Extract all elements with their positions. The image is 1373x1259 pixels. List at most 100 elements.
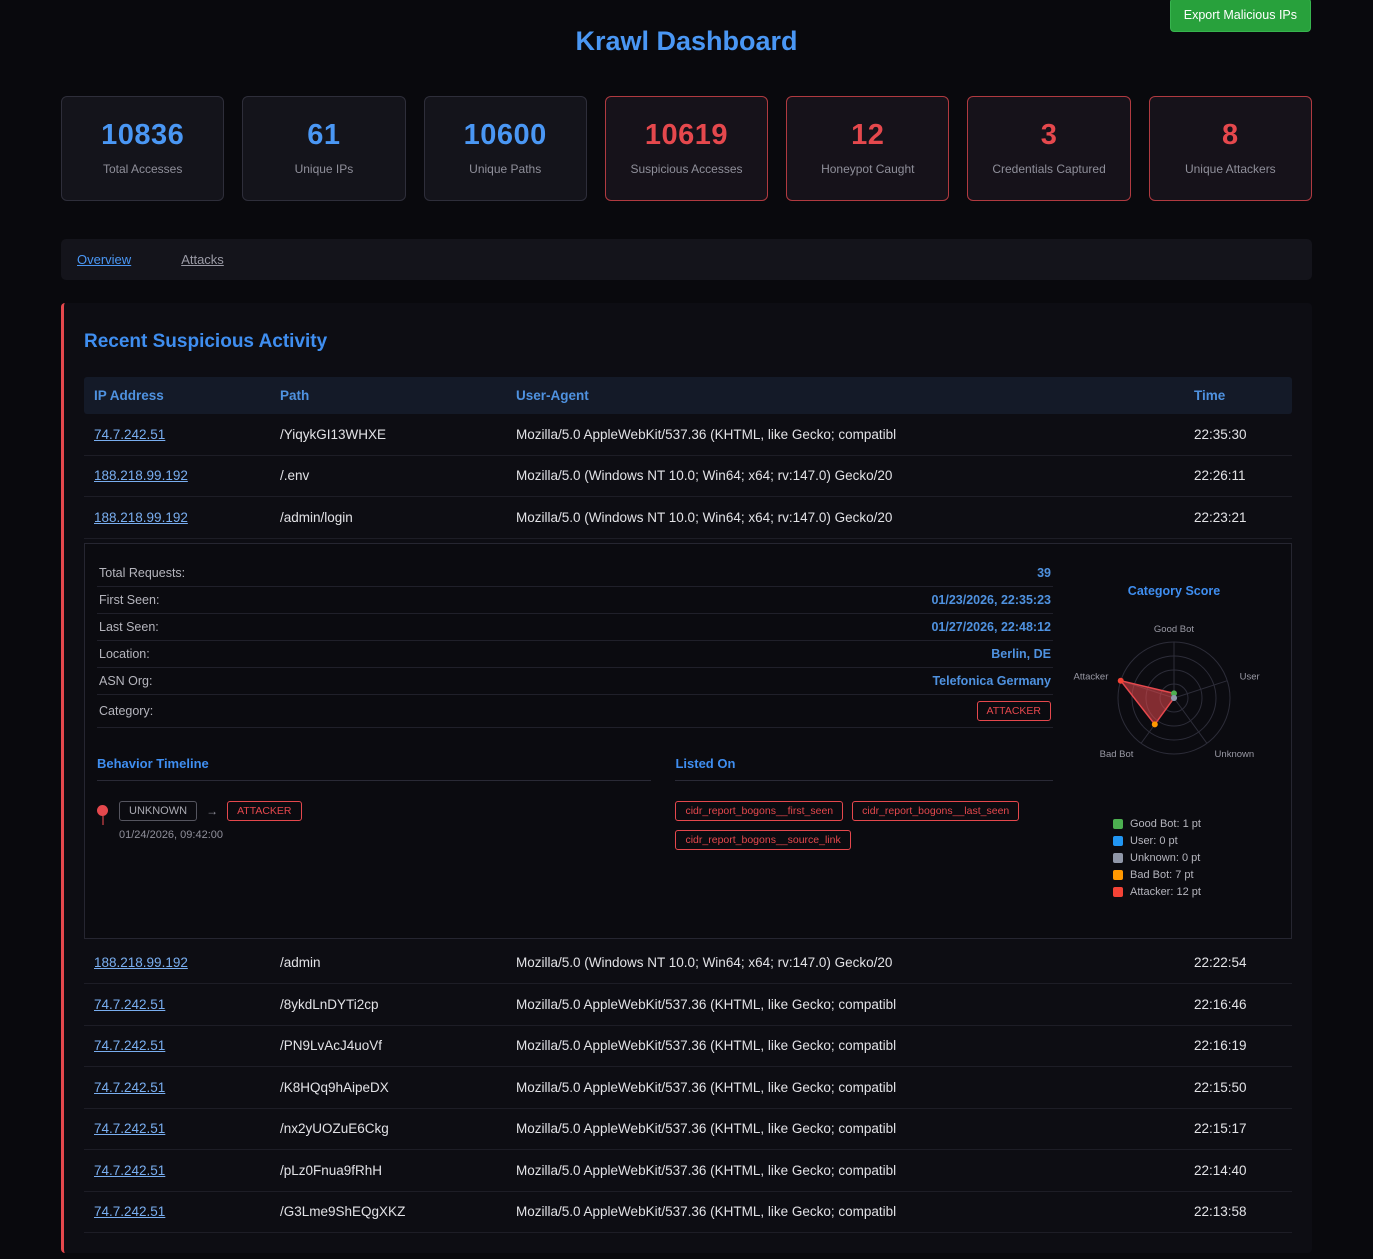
- page-title: Krawl Dashboard: [61, 26, 1312, 57]
- table-rows-top: 74.7.242.51/YiqykGI13WHXEMozilla/5.0 App…: [84, 414, 1292, 539]
- stat-label: Credentials Captured: [974, 162, 1123, 176]
- table-row[interactable]: 74.7.242.51/PN9LvAcJ4uoVfMozilla/5.0 App…: [84, 1026, 1292, 1068]
- table-row[interactable]: 74.7.242.51/nx2yUOZuE6CkgMozilla/5.0 App…: [84, 1109, 1292, 1151]
- stat-card: 61Unique IPs: [242, 96, 405, 201]
- listed-on-badge[interactable]: cidr_report_bogons__source_link: [675, 830, 850, 850]
- detail-field-row: Last Seen:01/27/2026, 22:48:12: [97, 614, 1053, 641]
- user-agent-cell: Mozilla/5.0 AppleWebKit/537.36 (KHTML, l…: [506, 1080, 1184, 1095]
- ip-link[interactable]: 74.7.242.51: [94, 427, 165, 442]
- stat-card: 12Honeypot Caught: [786, 96, 949, 201]
- legend-swatch: [1113, 887, 1123, 897]
- table-row[interactable]: 188.218.99.192/adminMozilla/5.0 (Windows…: [84, 943, 1292, 985]
- export-malicious-ips-button[interactable]: Export Malicious IPs: [1170, 0, 1311, 32]
- legend-swatch: [1113, 836, 1123, 846]
- listed-on-badge[interactable]: cidr_report_bogons__last_seen: [852, 801, 1019, 821]
- path-cell: /pLz0Fnua9fRhH: [270, 1163, 506, 1178]
- ip-link[interactable]: 74.7.242.51: [94, 1163, 165, 1178]
- field-label: ASN Org:: [99, 674, 153, 688]
- legend-item: User: 0 pt: [1113, 835, 1279, 847]
- user-agent-cell: Mozilla/5.0 AppleWebKit/537.36 (KHTML, l…: [506, 1163, 1184, 1178]
- radar-polygon: [1121, 680, 1174, 724]
- radar-chart-title: Category Score: [1069, 584, 1279, 598]
- legend-label: Attacker: 12 pt: [1130, 886, 1201, 898]
- stat-label: Unique Paths: [431, 162, 580, 176]
- ip-link[interactable]: 188.218.99.192: [94, 468, 188, 483]
- user-agent-cell: Mozilla/5.0 AppleWebKit/537.36 (KHTML, l…: [506, 1204, 1184, 1219]
- column-header-path: Path: [270, 388, 506, 403]
- user-agent-cell: Mozilla/5.0 (Windows NT 10.0; Win64; x64…: [506, 510, 1184, 525]
- user-agent-cell: Mozilla/5.0 AppleWebKit/537.36 (KHTML, l…: [506, 1038, 1184, 1053]
- listed-on-badge[interactable]: cidr_report_bogons__first_seen: [675, 801, 843, 821]
- tab-attacks[interactable]: Attacks: [181, 252, 224, 267]
- time-cell: 22:15:17: [1184, 1121, 1292, 1136]
- stat-label: Unique Attackers: [1156, 162, 1305, 176]
- radar-axis-label: Good Bot: [1154, 624, 1194, 635]
- table-row[interactable]: 74.7.242.51/8ykdLnDYTi2cpMozilla/5.0 App…: [84, 984, 1292, 1026]
- time-cell: 22:35:30: [1184, 427, 1292, 442]
- table-row[interactable]: 74.7.242.51/G3Lme9ShEQgXKZMozilla/5.0 Ap…: [84, 1192, 1292, 1234]
- detail-field-row: Total Requests:39: [97, 560, 1053, 587]
- user-agent-cell: Mozilla/5.0 (Windows NT 10.0; Win64; x64…: [506, 468, 1184, 483]
- stat-label: Suspicious Accesses: [612, 162, 761, 176]
- radar-chart-svg: Good BotUserUnknownBad BotAttacker: [1069, 600, 1279, 796]
- tab-overview[interactable]: Overview: [77, 252, 131, 267]
- stat-value: 10600: [431, 119, 580, 152]
- ip-link[interactable]: 74.7.242.51: [94, 1038, 165, 1053]
- user-agent-cell: Mozilla/5.0 (Windows NT 10.0; Win64; x64…: [506, 955, 1184, 970]
- detail-bottom: Behavior Timeline UNKNOWN → ATTACKER: [97, 756, 1053, 850]
- legend-item: Unknown: 0 pt: [1113, 852, 1279, 864]
- stat-value: 10619: [612, 119, 761, 152]
- activity-table: IP Address Path User-Agent Time 74.7.242…: [84, 377, 1292, 1233]
- path-cell: /.env: [270, 468, 506, 483]
- time-cell: 22:22:54: [1184, 955, 1292, 970]
- ip-link[interactable]: 74.7.242.51: [94, 1080, 165, 1095]
- field-label: Total Requests:: [99, 566, 185, 580]
- arrow-right-icon: →: [206, 804, 218, 818]
- tab-bar: Overview Attacks: [61, 239, 1312, 280]
- table-row[interactable]: 74.7.242.51/YiqykGI13WHXEMozilla/5.0 App…: [84, 414, 1292, 456]
- timeline-marker-icon: [97, 805, 108, 816]
- stat-label: Total Accesses: [68, 162, 217, 176]
- legend-item: Attacker: 12 pt: [1113, 886, 1279, 898]
- legend-swatch: [1113, 853, 1123, 863]
- field-value: Berlin, DE: [991, 647, 1051, 661]
- stat-card: 8Unique Attackers: [1149, 96, 1312, 201]
- table-row[interactable]: 74.7.242.51/K8HQq9hAipeDXMozilla/5.0 App…: [84, 1067, 1292, 1109]
- path-cell: /G3Lme9ShEQgXKZ: [270, 1204, 506, 1219]
- time-cell: 22:23:21: [1184, 510, 1292, 525]
- field-label: Location:: [99, 647, 150, 661]
- timeline-from-badge: UNKNOWN: [119, 801, 197, 821]
- table-row[interactable]: 74.7.242.51/pLz0Fnua9fRhHMozilla/5.0 App…: [84, 1150, 1292, 1192]
- ip-link[interactable]: 74.7.242.51: [94, 1121, 165, 1136]
- column-header-ip-address: IP Address: [84, 388, 270, 403]
- table-row[interactable]: 188.218.99.192 /.envMozilla/5.0 (Windows …: [84, 456, 1292, 498]
- detail-fields: Total Requests:39First Seen:01/23/2026, …: [97, 560, 1053, 728]
- section-title: Recent Suspicious Activity: [84, 331, 1292, 353]
- path-cell: /nx2yUOZuE6Ckg: [270, 1121, 506, 1136]
- timeline-content: UNKNOWN → ATTACKER 01/24/2026, 09:42:00: [119, 801, 302, 841]
- page: Krawl Dashboard Export Malicious IPs 108…: [0, 0, 1373, 1253]
- path-cell: /PN9LvAcJ4uoVf: [270, 1038, 506, 1053]
- user-agent-cell: Mozilla/5.0 AppleWebKit/537.36 (KHTML, l…: [506, 1121, 1184, 1136]
- radar-axis-label: Unknown: [1215, 748, 1255, 759]
- radar-axis-label: Bad Bot: [1100, 748, 1134, 759]
- path-cell: /8ykdLnDYTi2cp: [270, 997, 506, 1012]
- stats-row: 10836 Total Accesses 61Unique IPs 10600 Uniq…: [61, 96, 1312, 201]
- timeline-item: UNKNOWN → ATTACKER 01/24/2026, 09:42:00: [97, 801, 651, 841]
- time-cell: 22:15:50: [1184, 1080, 1292, 1095]
- table-row[interactable]: 188.218.99.192/admin/loginMozilla/5.0 (W…: [84, 497, 1292, 539]
- radar-axis-label: User: [1240, 671, 1260, 682]
- ip-detail-panel: Total Requests:39First Seen:01/23/2026, …: [84, 543, 1292, 939]
- stat-card: 10619 Suspicious Accesses: [605, 96, 768, 201]
- field-value: 01/23/2026, 22:35:23: [931, 593, 1051, 607]
- radar-legend: Good Bot: 1 ptUser: 0 ptUnknown: 0 ptBad…: [1069, 818, 1279, 898]
- ip-link[interactable]: 188.218.99.192: [94, 955, 188, 970]
- detail-field-row: ASN Org:Telefonica Germany: [97, 668, 1053, 695]
- stat-value: 10836: [68, 119, 217, 152]
- ip-link[interactable]: 188.218.99.192: [94, 510, 188, 525]
- ip-link[interactable]: 74.7.242.51: [94, 1204, 165, 1219]
- ip-link[interactable]: 74.7.242.51: [94, 997, 165, 1012]
- legend-label: Bad Bot: 7 pt: [1130, 869, 1194, 881]
- legend-swatch: [1113, 819, 1123, 829]
- stat-value: 61: [249, 119, 398, 152]
